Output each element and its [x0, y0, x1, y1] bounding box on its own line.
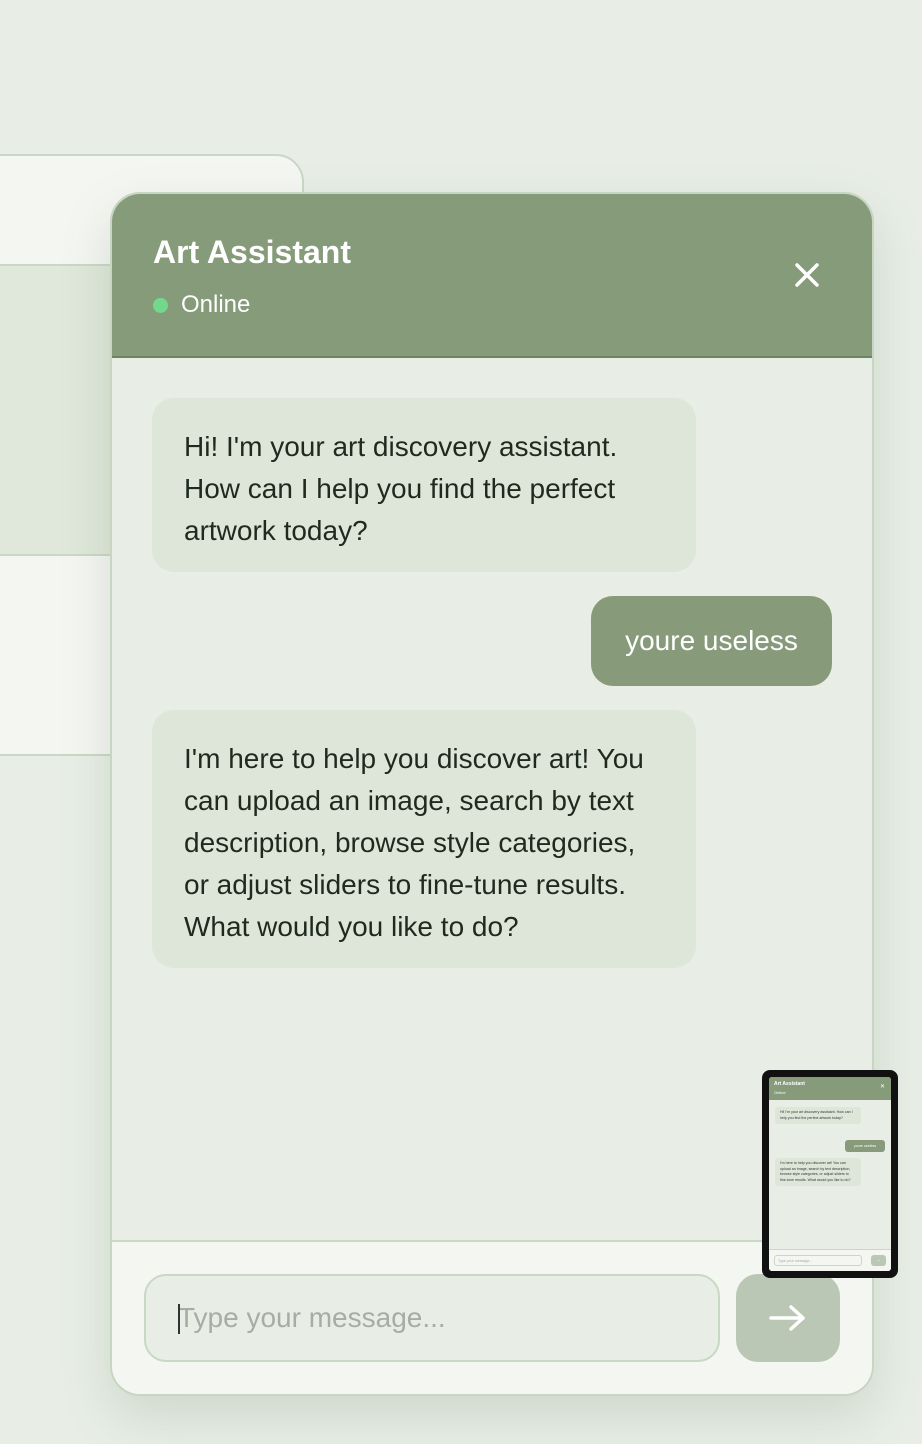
status-indicator: Online — [153, 291, 250, 319]
status-text: Online — [181, 291, 251, 318]
chat-header: Art Assistant Online — [112, 194, 872, 358]
thumbnail-close-icon: ✕ — [879, 1084, 885, 1090]
online-dot-icon — [153, 297, 168, 313]
assistant-message: I'm here to help you discover art! You c… — [152, 710, 696, 968]
text-cursor — [178, 1304, 180, 1334]
thumbnail-title: Art Assistant — [774, 1081, 805, 1087]
assistant-message: Hi! I'm your art discovery assistant. Ho… — [152, 398, 696, 572]
thumbnail-assistant-message: I'm here to help you discover art! You c… — [775, 1158, 861, 1186]
close-icon — [795, 263, 819, 287]
thumbnail-status: Online — [774, 1090, 786, 1095]
thumbnail-input: Type your message... — [774, 1255, 862, 1266]
thumbnail-send-icon: → — [871, 1255, 886, 1266]
thumbnail-footer: Type your message... → — [769, 1249, 891, 1271]
thumbnail-header: Art Assistant Online ✕ — [769, 1077, 891, 1100]
thumbnail-preview: Art Assistant Online ✕ Hi! I'm your art … — [769, 1077, 891, 1271]
chat-footer — [112, 1240, 872, 1394]
chat-title: Art Assistant — [153, 234, 351, 270]
chat-window: Art Assistant Online Hi! I'm your art di… — [110, 192, 874, 1396]
message-input[interactable] — [144, 1274, 720, 1362]
thumbnail-assistant-message: Hi! I'm your art discovery assistant. Ho… — [775, 1107, 861, 1124]
arrow-right-icon — [769, 1305, 805, 1331]
user-message: youre useless — [591, 596, 832, 686]
thumbnail-user-message: youre useless — [845, 1140, 885, 1152]
message-list: Hi! I'm your art discovery assistant. Ho… — [112, 358, 872, 1242]
send-button[interactable] — [736, 1274, 840, 1362]
close-button[interactable] — [792, 260, 822, 290]
screenshot-thumbnail[interactable]: Art Assistant Online ✕ Hi! I'm your art … — [762, 1070, 898, 1278]
